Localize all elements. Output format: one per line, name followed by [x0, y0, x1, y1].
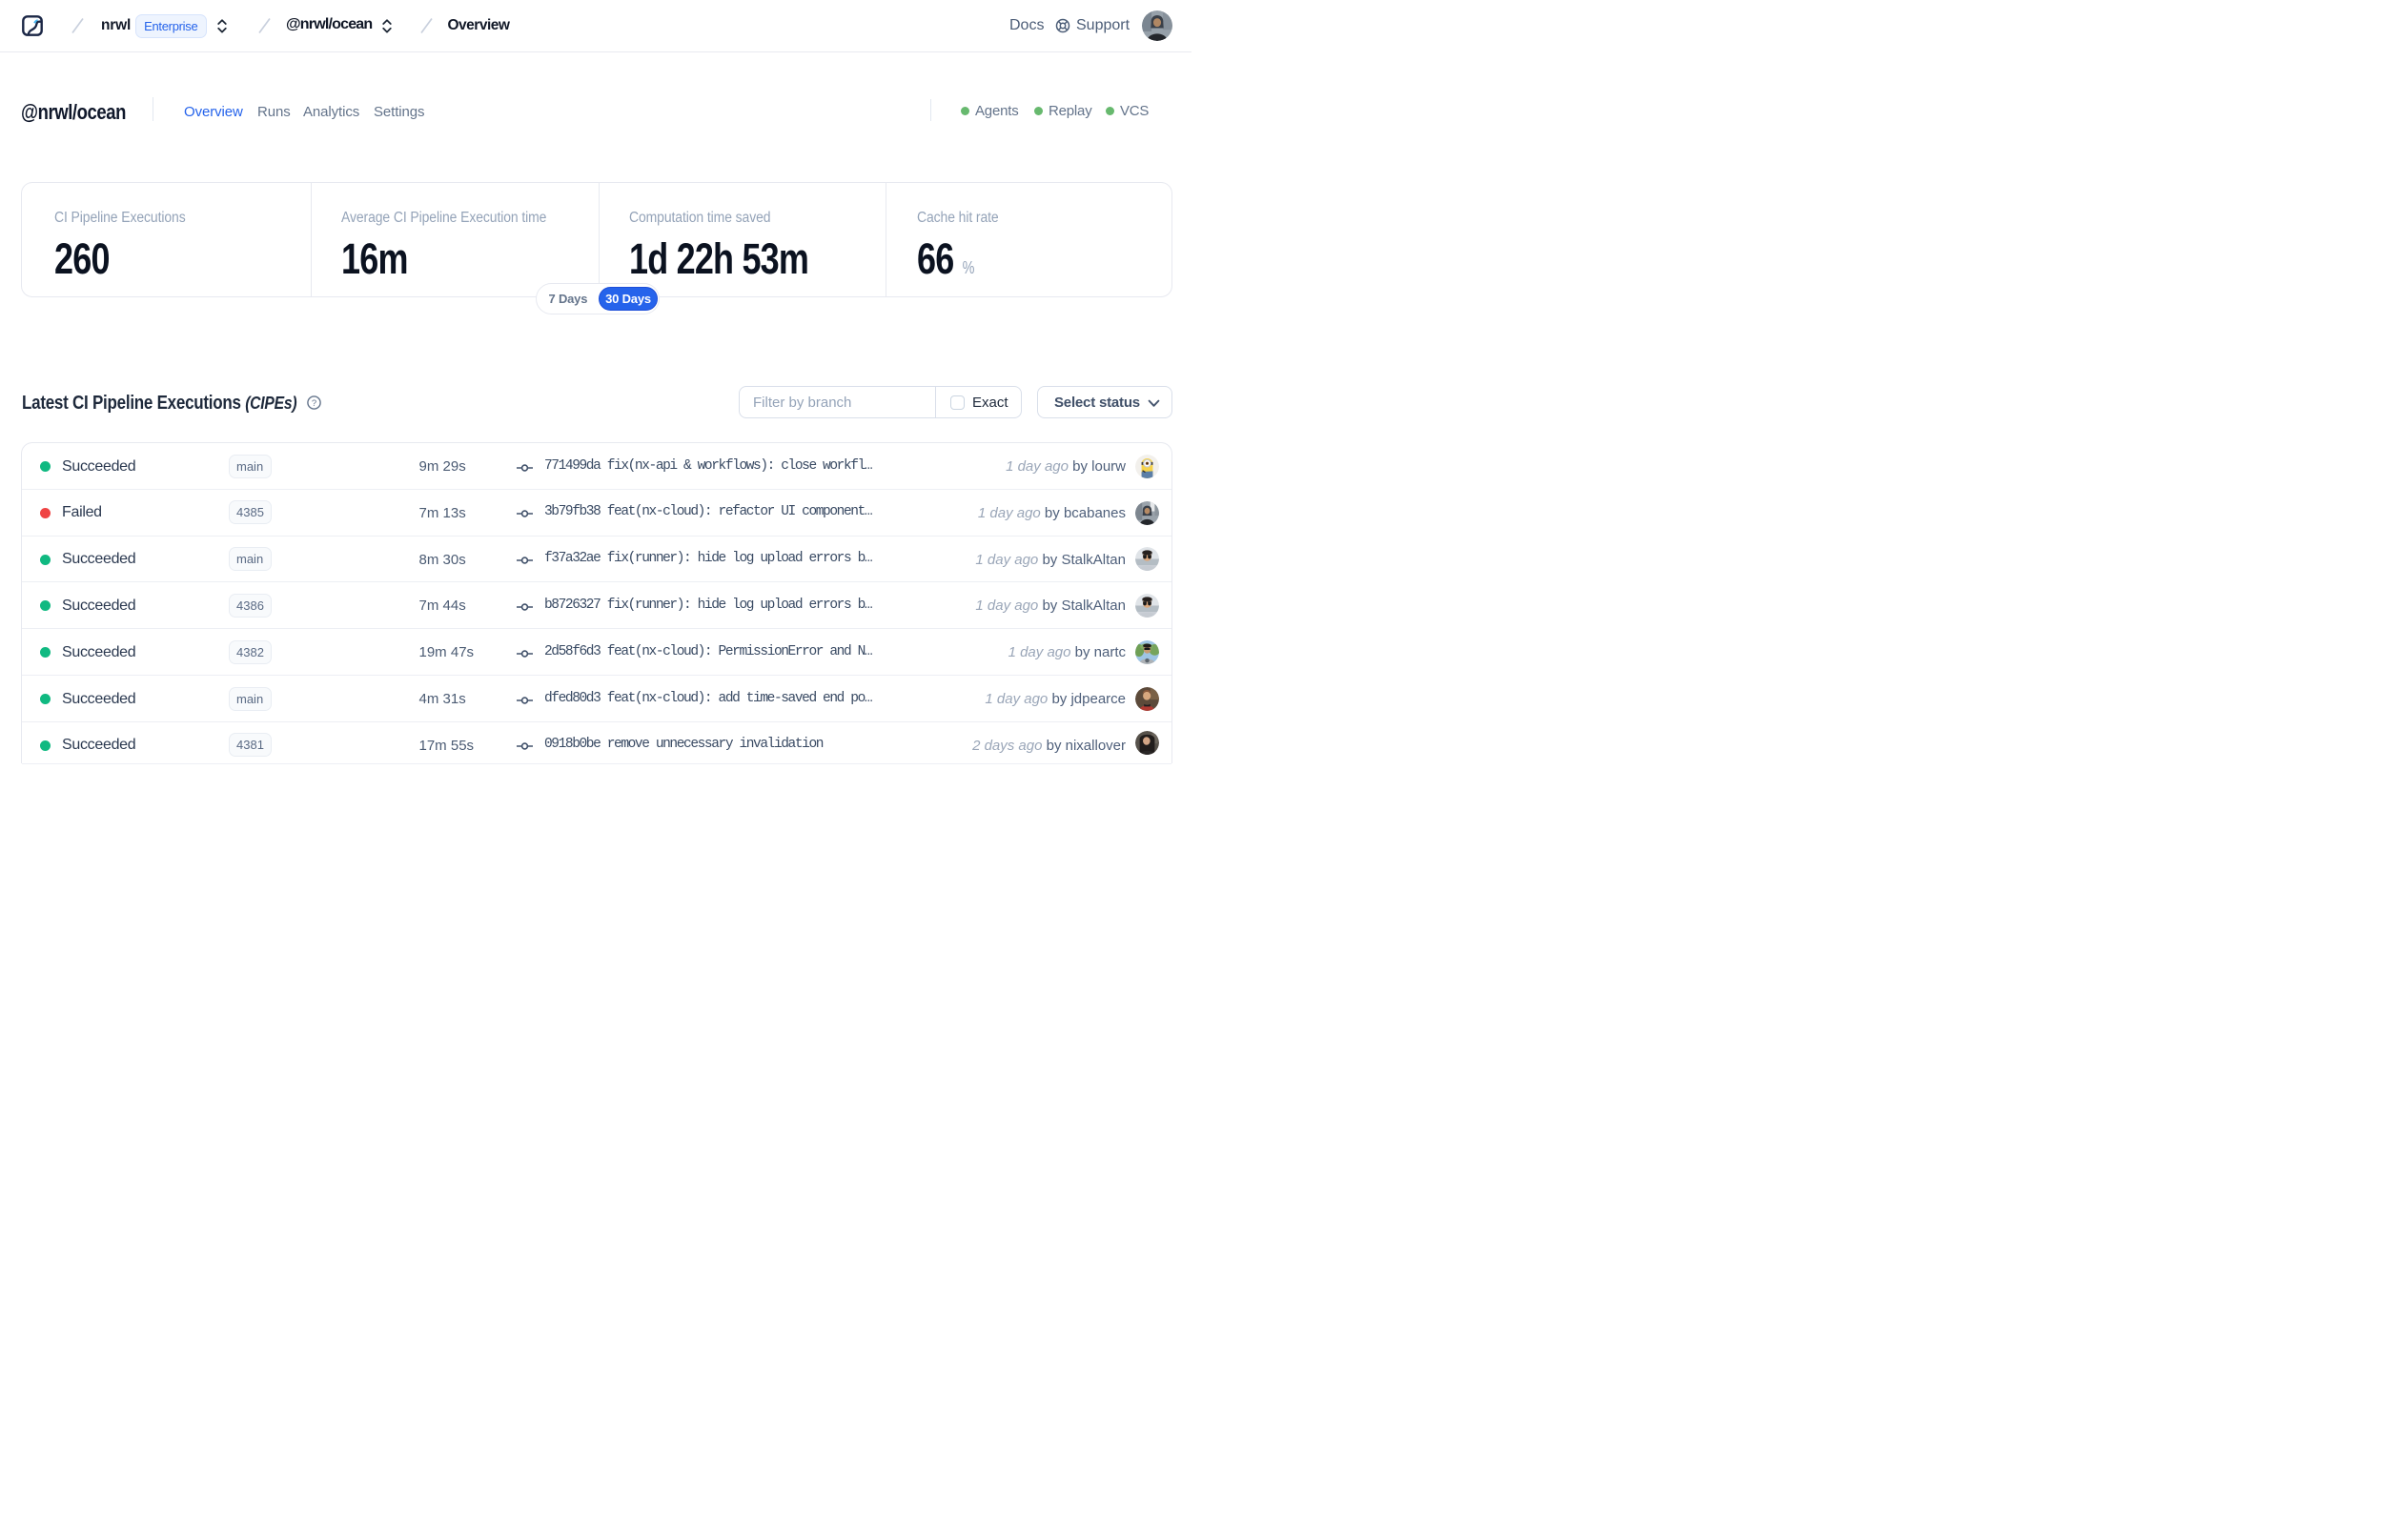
svg-text:?: ? — [312, 398, 316, 409]
